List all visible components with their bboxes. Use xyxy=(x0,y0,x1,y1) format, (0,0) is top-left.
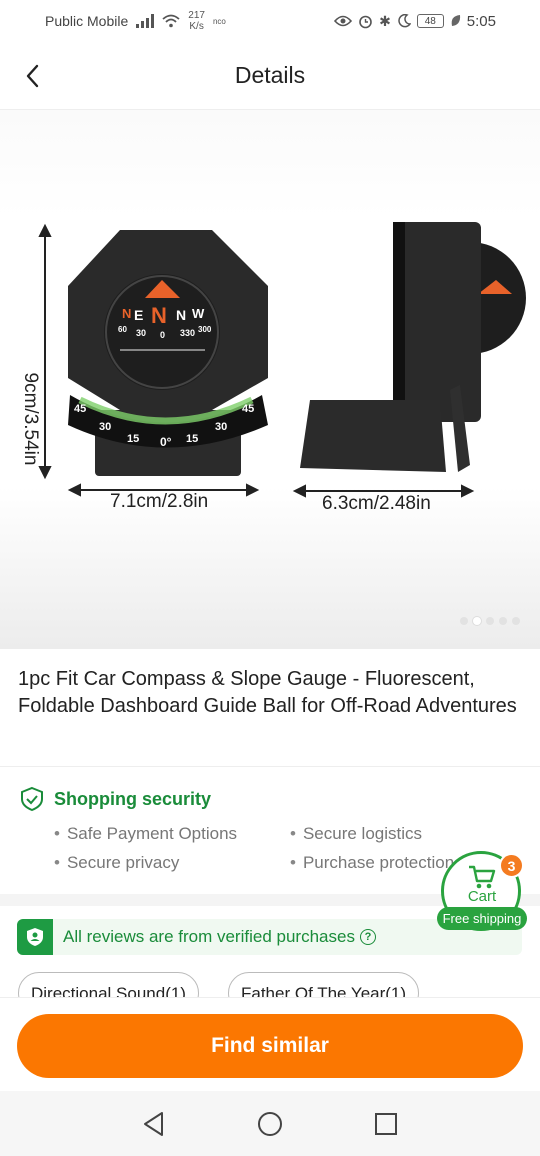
compass-number: 60 xyxy=(118,325,127,334)
circle-home-icon xyxy=(258,1111,282,1136)
product-title: 1pc Fit Car Compass & Slope Gauge - Fluo… xyxy=(18,668,517,717)
battery-icon: 48 xyxy=(416,14,444,28)
compass-letter: N xyxy=(176,307,186,323)
slope-mark: 45 xyxy=(242,403,254,415)
status-right: ✱ 48 5:05 xyxy=(334,13,496,30)
cart-label: Cart xyxy=(467,888,497,905)
back-button[interactable] xyxy=(16,60,48,92)
compass-number: 0 xyxy=(160,330,165,340)
nav-home-button[interactable] xyxy=(255,1109,285,1139)
shield-person-icon xyxy=(27,928,43,946)
slope-mark: 30 xyxy=(99,421,111,433)
carrier-name: Public Mobile xyxy=(45,13,129,29)
height-dimension-label: 9cm/3.54in xyxy=(20,372,41,466)
system-nav-bar xyxy=(0,1091,540,1156)
page-title: Details xyxy=(234,62,306,88)
product-image-carousel[interactable]: N E N N W 60 30 0 330 300 45 30 15 0° 15… xyxy=(0,110,540,649)
review-tags: Directional Sound(1) Father Of The Year(… xyxy=(0,970,540,997)
review-tag[interactable]: Directional Sound(1) xyxy=(18,972,199,997)
divider xyxy=(0,766,540,767)
status-left: Public Mobile 217 K/s nco xyxy=(45,10,226,32)
security-item: Secure logistics xyxy=(290,824,422,844)
bottom-action-bar: Find similar xyxy=(0,997,540,1091)
security-header: Shopping security xyxy=(19,786,211,812)
nfc-indicator: nco xyxy=(212,16,226,26)
alarm-icon xyxy=(359,15,372,28)
net-speed-unit: K/s xyxy=(189,21,204,32)
cart-icon xyxy=(469,865,496,889)
cart-count-badge: 3 xyxy=(499,853,524,878)
nav-back-button[interactable] xyxy=(139,1109,169,1139)
net-speed-value: 217 xyxy=(188,10,205,21)
verified-icon xyxy=(17,919,53,955)
chevron-left-icon xyxy=(26,64,39,88)
net-speed: 217 K/s xyxy=(188,10,205,32)
security-item: Secure privacy xyxy=(54,853,179,873)
compass-side-view xyxy=(300,222,526,472)
square-recents-icon xyxy=(375,1112,397,1135)
slope-mark: 15 xyxy=(186,433,198,445)
carousel-dot[interactable] xyxy=(512,617,520,625)
help-icon[interactable]: ? xyxy=(359,929,376,945)
compass-letter: N xyxy=(151,303,167,328)
verified-reviews-text: All reviews are from verified purchases xyxy=(63,927,355,946)
triangle-back-icon xyxy=(144,1111,163,1136)
carousel-dot[interactable] xyxy=(460,617,468,625)
height-arrow xyxy=(38,223,52,480)
shield-check-icon xyxy=(21,786,43,812)
compass-letter: E xyxy=(134,307,143,323)
header: Details xyxy=(0,42,540,110)
moon-icon xyxy=(398,14,411,28)
eye-icon xyxy=(334,15,353,27)
find-similar-button[interactable]: Find similar xyxy=(17,1014,523,1078)
front-width-label: 7.1cm/2.8in xyxy=(110,491,209,512)
slope-mark: 0° xyxy=(160,435,172,449)
side-width-label: 6.3cm/2.48in xyxy=(322,493,431,514)
status-bar: Public Mobile 217 K/s nco ✱ 48 5:05 xyxy=(0,0,540,42)
review-tag[interactable]: Father Of The Year(1) xyxy=(228,972,420,997)
carousel-dot[interactable] xyxy=(499,617,507,625)
compass-letter: N xyxy=(122,306,131,321)
slope-mark: 45 xyxy=(74,403,86,415)
free-shipping-badge: Free shipping xyxy=(437,907,527,930)
leaf-icon xyxy=(451,15,460,26)
compass-number: 30 xyxy=(136,328,146,338)
clock-time: 5:05 xyxy=(466,12,496,30)
security-title: Shopping security xyxy=(54,788,212,809)
bluetooth-icon: ✱ xyxy=(379,12,391,29)
compass-letter: W xyxy=(192,306,205,321)
carousel-dots xyxy=(460,617,520,625)
carousel-dot[interactable] xyxy=(473,617,481,625)
battery-level: 48 xyxy=(424,15,436,27)
product-photo: N E N N W 60 30 0 330 300 45 30 15 0° 15… xyxy=(38,222,526,498)
slope-mark: 30 xyxy=(215,421,227,433)
wifi-icon xyxy=(162,14,180,28)
compass-number: 300 xyxy=(198,325,212,334)
security-item: Purchase protection xyxy=(290,853,454,873)
floating-cart-button[interactable]: Cart 3 Free shipping xyxy=(437,850,527,932)
carousel-dot[interactable] xyxy=(486,617,494,625)
signal-icon xyxy=(136,14,155,28)
nav-recents-button[interactable] xyxy=(371,1109,401,1139)
compass-number: 330 xyxy=(180,328,195,338)
security-item: Safe Payment Options xyxy=(54,824,237,844)
slope-mark: 15 xyxy=(127,433,139,445)
